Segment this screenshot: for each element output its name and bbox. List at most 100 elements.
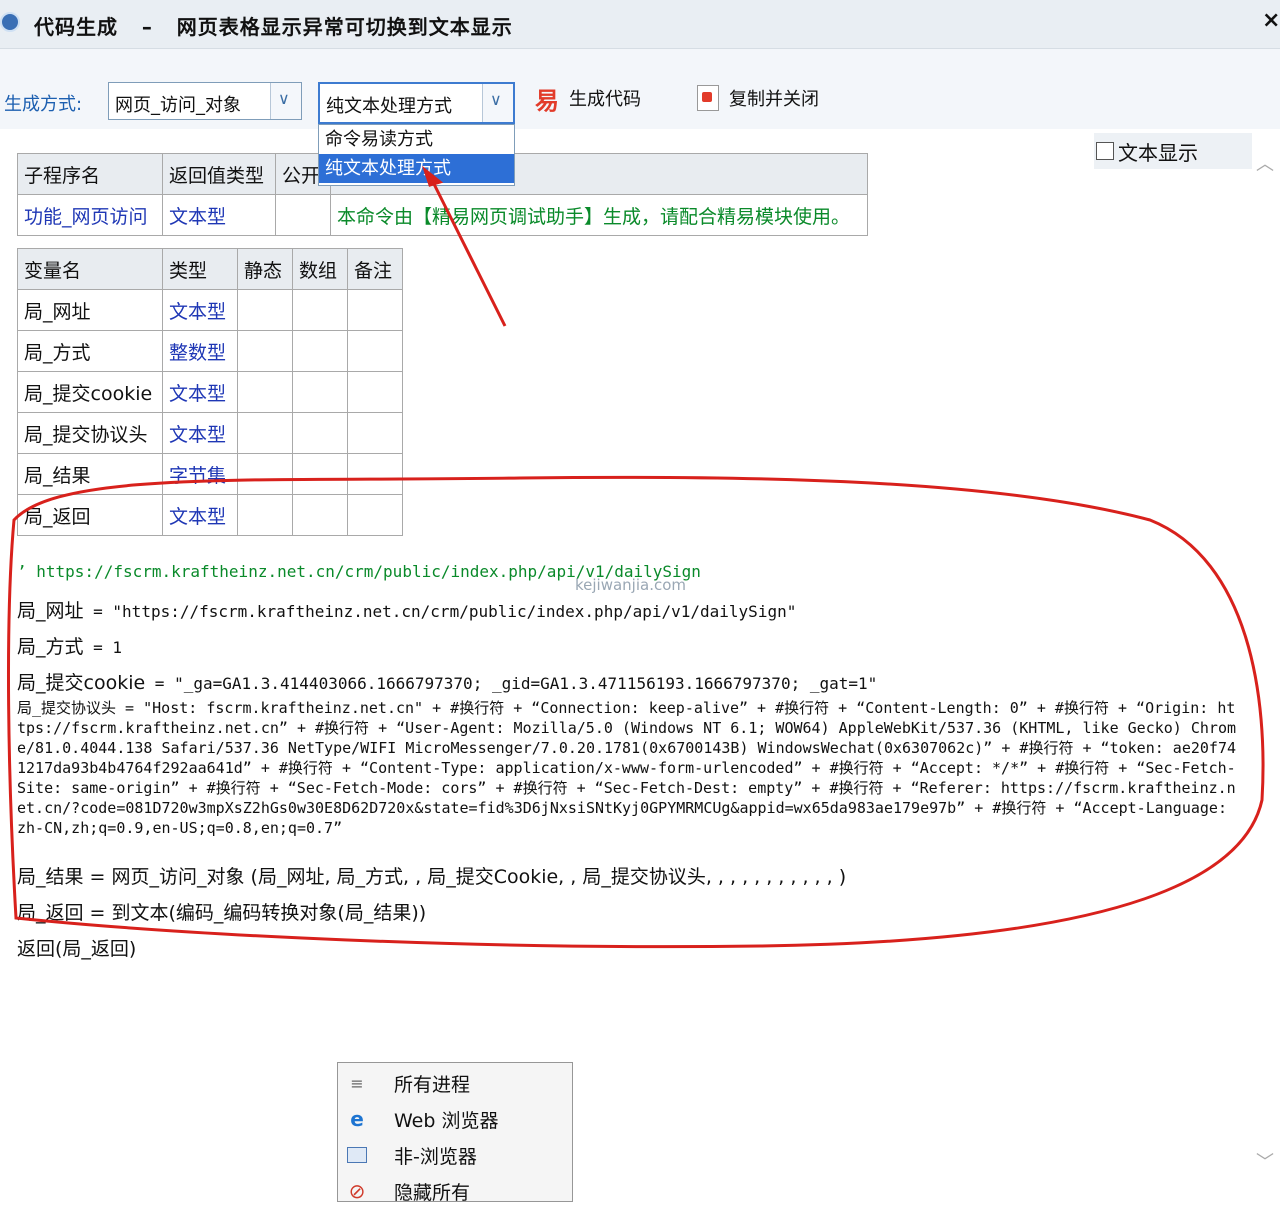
remark-cell[interactable]: [347, 494, 403, 536]
menu-item-label: 所有进程: [394, 1073, 471, 1096]
checkbox-box[interactable]: [1096, 142, 1114, 160]
copy-close-label: 复制并关闭: [729, 89, 819, 110]
code-var: 局_方式: [17, 636, 84, 658]
array-cell[interactable]: [292, 330, 348, 372]
var-type[interactable]: 字节集: [162, 453, 238, 495]
mode-dropdown-list: 命令易读方式 纯文本处理方式: [318, 124, 515, 186]
table-header-row: 变量名 类型 静态 数组 备注: [17, 248, 403, 290]
menu-item-label: 隐藏所有: [394, 1181, 471, 1204]
static-cell[interactable]: [237, 289, 293, 331]
chevron-down-icon: ∨: [490, 90, 502, 109]
static-cell[interactable]: [237, 330, 293, 372]
process-filter-menu: ≡ 所有进程 e Web 浏览器 非-浏览器 ⊘ 隐藏所有: [337, 1062, 573, 1204]
code-line-result: 局_结果 = 网页_访问_对象 (局_网址, 局_方式, , 局_提交Cooki…: [17, 866, 847, 888]
code-text: = 1: [83, 638, 123, 657]
code-var: 局_网址: [17, 600, 84, 622]
remark-cell[interactable]: 本命令由【精易网页调试助手】生成，请配合精易模块使用。: [330, 194, 868, 236]
var-name[interactable]: 局_提交协议头: [17, 412, 163, 454]
var-name[interactable]: 局_结果: [17, 453, 163, 495]
header-cell: 数组: [292, 248, 348, 290]
static-cell[interactable]: [237, 412, 293, 454]
header-cell: 静态: [237, 248, 293, 290]
var-name[interactable]: 局_方式: [17, 330, 163, 372]
static-cell[interactable]: [237, 494, 293, 536]
table-row: 局_返回 文本型: [17, 494, 403, 536]
header-cell: 类型: [162, 248, 238, 290]
window-icon: [346, 1144, 368, 1166]
var-type[interactable]: 文本型: [162, 412, 238, 454]
watermark: kejiwanjia.com: [575, 576, 687, 594]
code-line-headers: 局_提交协议头 = "Host: fscrm.kraftheinz.net.cn…: [17, 699, 1236, 837]
var-type[interactable]: 文本型: [162, 371, 238, 413]
table-row: 功能_网页访问 文本型 本命令由【精易网页调试助手】生成，请配合精易模块使用。: [17, 194, 868, 236]
table-row: 局_网址 文本型: [17, 289, 403, 331]
var-type[interactable]: 整数型: [162, 330, 238, 372]
code-var: 局_提交cookie: [17, 672, 146, 694]
scroll-up-icon[interactable]: ︿: [1256, 150, 1274, 176]
document-icon: [697, 85, 719, 111]
menu-item-hide-all[interactable]: ⊘ 隐藏所有: [338, 1173, 572, 1209]
remark-cell[interactable]: [347, 330, 403, 372]
filter-icon: ≡: [350, 1073, 364, 1093]
var-name[interactable]: 局_返回: [17, 494, 163, 536]
array-cell[interactable]: [292, 494, 348, 536]
code-line-return: 局_返回 = 到文本(编码_编码转换对象(局_结果)): [17, 902, 427, 924]
array-cell[interactable]: [292, 453, 348, 495]
return-type[interactable]: 文本型: [162, 194, 276, 236]
table-row: 局_方式 整数型: [17, 330, 403, 372]
code-line-url: 局_网址 = "https://fscrm.kraftheinz.net.cn/…: [17, 596, 1242, 623]
processing-mode-combo[interactable]: 纯文本处理方式 ∨: [318, 82, 515, 124]
app-icon: [0, 12, 20, 32]
var-type[interactable]: 文本型: [162, 494, 238, 536]
variable-table: 变量名 类型 静态 数组 备注 局_网址 文本型 局_方式 整数型 局_提交co…: [17, 248, 403, 536]
table-row: 局_提交cookie 文本型: [17, 371, 403, 413]
remark-cell[interactable]: [347, 289, 403, 331]
combo-arrow-button[interactable]: ∨: [482, 84, 513, 122]
table-row: 局_结果 字节集: [17, 453, 403, 495]
menu-item-label: 非-浏览器: [394, 1145, 477, 1168]
static-cell[interactable]: [237, 453, 293, 495]
var-name[interactable]: 局_网址: [17, 289, 163, 331]
block-icon: ⊘: [348, 1179, 366, 1203]
window-title: 代码生成 – 网页表格显示异常可切换到文本显示: [34, 15, 513, 39]
public-cell[interactable]: [275, 194, 331, 236]
generate-code-button[interactable]: 易 生成代码: [535, 80, 641, 116]
chevron-down-icon: ∨: [278, 89, 290, 108]
dropdown-option-plaintext[interactable]: 纯文本处理方式: [319, 154, 514, 183]
generate-code-label: 生成代码: [569, 89, 641, 110]
header-cell: 变量名: [17, 248, 163, 290]
dropdown-option-readable[interactable]: 命令易读方式: [319, 125, 514, 154]
menu-item-web-browser[interactable]: e Web 浏览器: [338, 1101, 572, 1137]
close-icon[interactable]: ×: [1262, 8, 1280, 33]
remark-cell[interactable]: [347, 412, 403, 454]
var-type[interactable]: 文本型: [162, 289, 238, 331]
code-line-ret: 返回(局_返回): [17, 938, 137, 960]
subroutine-name[interactable]: 功能_网页访问: [17, 194, 163, 236]
static-cell[interactable]: [237, 371, 293, 413]
text-display-label: 文本显示: [1118, 140, 1198, 165]
menu-item-all-processes[interactable]: ≡ 所有进程: [338, 1065, 572, 1101]
combo-arrow-button[interactable]: ∨: [270, 83, 301, 119]
array-cell[interactable]: [292, 289, 348, 331]
table-row: 局_提交协议头 文本型: [17, 412, 403, 454]
access-object-combo[interactable]: 网页_访问_对象 ∨: [108, 82, 302, 120]
copy-close-button[interactable]: 复制并关闭: [697, 80, 819, 116]
text-display-checkbox[interactable]: 文本显示: [1094, 133, 1252, 169]
scroll-down-icon[interactable]: ﹀: [1256, 1148, 1274, 1174]
generation-mode-label: 生成方式:: [4, 94, 83, 115]
menu-item-label: Web 浏览器: [394, 1109, 499, 1132]
easy-logo-icon: 易: [535, 86, 559, 115]
array-cell[interactable]: [292, 412, 348, 454]
header-cell: 返回值类型: [162, 153, 276, 195]
remark-cell[interactable]: [347, 453, 403, 495]
code-line-method: 局_方式 = 1: [17, 632, 1242, 659]
access-object-value: 网页_访问_对象: [115, 95, 241, 116]
code-line-cookie: 局_提交cookie = "_ga=GA1.3.414403066.166679…: [17, 668, 1242, 695]
var-name[interactable]: 局_提交cookie: [17, 371, 163, 413]
array-cell[interactable]: [292, 371, 348, 413]
code-text: = "_ga=GA1.3.414403066.1666797370; _gid=…: [145, 674, 878, 693]
menu-item-non-browser[interactable]: 非-浏览器: [338, 1137, 572, 1173]
ie-icon: e: [350, 1107, 364, 1131]
header-cell: 子程序名: [17, 153, 163, 195]
remark-cell[interactable]: [347, 371, 403, 413]
